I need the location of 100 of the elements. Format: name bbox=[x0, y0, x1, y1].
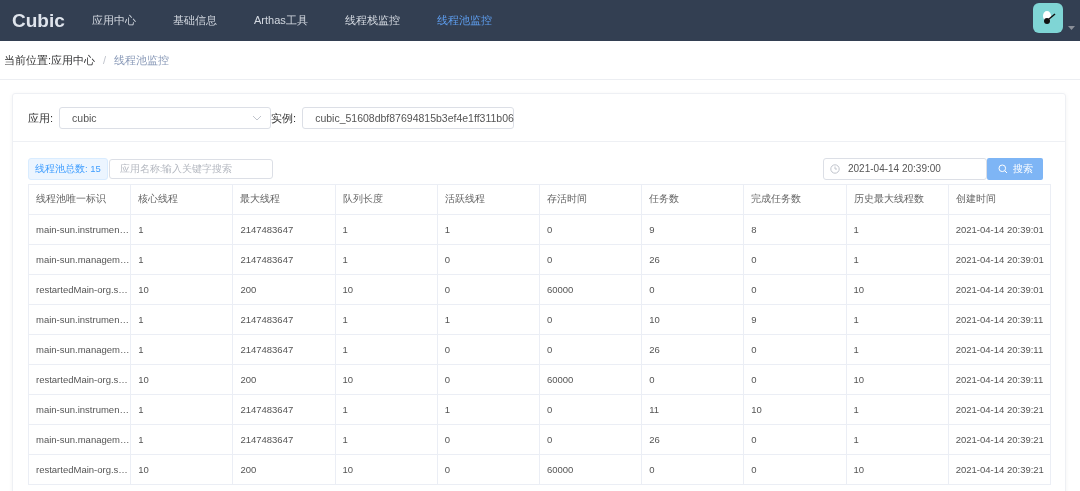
table-cell: 2147483647 bbox=[232, 394, 336, 425]
search-icon bbox=[997, 163, 1008, 174]
table-cell: 200 bbox=[232, 274, 336, 305]
table-cell: 1 bbox=[846, 334, 949, 365]
column-header: 活跃线程 bbox=[437, 184, 540, 215]
table-cell: restartedMain-org.s… bbox=[28, 454, 131, 485]
table-cell: 26 bbox=[641, 424, 744, 455]
table-cell: 10 bbox=[641, 304, 744, 335]
table-cell: 1 bbox=[335, 244, 438, 275]
table-cell: 60000 bbox=[539, 454, 642, 485]
table-cell: 2147483647 bbox=[232, 304, 336, 335]
table-cell: 2021-04-14 20:39:21 bbox=[948, 424, 1051, 455]
table-cell: 0 bbox=[539, 214, 642, 245]
table-cell: 8 bbox=[743, 214, 846, 245]
table-cell: 60000 bbox=[539, 274, 642, 305]
table-cell: 1 bbox=[130, 304, 233, 335]
table-cell: 0 bbox=[743, 364, 846, 395]
app-select[interactable]: cubic bbox=[59, 107, 272, 129]
table-cell: 1 bbox=[437, 304, 540, 335]
datetime-field[interactable]: 2021-04-14 20:39:00 bbox=[823, 157, 987, 180]
table-cell: 1 bbox=[130, 424, 233, 455]
table-cell: 1 bbox=[846, 394, 949, 425]
table-cell: 2021-04-14 20:39:01 bbox=[948, 244, 1051, 275]
table-cell: 0 bbox=[437, 274, 540, 305]
table-cell: 0 bbox=[437, 334, 540, 365]
table-cell: 10 bbox=[846, 274, 949, 305]
table-cell: 0 bbox=[437, 364, 540, 395]
avatar-icon[interactable] bbox=[1033, 2, 1063, 33]
table-cell: 1 bbox=[130, 214, 233, 245]
table-cell: 0 bbox=[437, 424, 540, 455]
table-cell: 2021-04-14 20:39:01 bbox=[948, 214, 1051, 245]
table-cell: 11 bbox=[641, 394, 744, 425]
table-cell: 9 bbox=[743, 304, 846, 335]
nav-tab[interactable]: 基础信息 bbox=[173, 13, 217, 28]
column-header: 核心线程 bbox=[130, 184, 233, 215]
total-count-tag: 线程池总数: 15 bbox=[28, 157, 108, 180]
table-cell: 1 bbox=[130, 334, 233, 365]
caret-icon[interactable] bbox=[1068, 25, 1075, 30]
table-cell: 1 bbox=[437, 394, 540, 425]
table-cell: 10 bbox=[335, 454, 438, 485]
table-cell: main-sun.instrumen… bbox=[28, 214, 131, 245]
table-cell: 9 bbox=[641, 214, 744, 245]
nav-tab[interactable]: 线程栈监控 bbox=[344, 13, 400, 28]
table-cell: 10 bbox=[130, 274, 233, 305]
table-cell: 1 bbox=[335, 304, 438, 335]
table-cell: 1 bbox=[335, 424, 438, 455]
table-cell: 1 bbox=[437, 214, 540, 245]
table-cell: 0 bbox=[437, 244, 540, 275]
field-label: 应用: bbox=[28, 110, 54, 126]
table-cell: 10 bbox=[846, 364, 949, 395]
table-cell: 2147483647 bbox=[232, 334, 336, 365]
table-cell: 0 bbox=[437, 454, 540, 485]
table-cell: 2021-04-14 20:39:11 bbox=[948, 364, 1051, 395]
table-cell: 1 bbox=[130, 394, 233, 425]
table-cell: main-sun.managem… bbox=[28, 334, 131, 365]
clock-icon bbox=[830, 163, 840, 174]
nav-tab[interactable]: 线程池监控 bbox=[436, 13, 492, 28]
table-cell: 1 bbox=[846, 214, 949, 245]
table-cell: main-sun.instrumen… bbox=[28, 394, 131, 425]
chevron-icon bbox=[252, 115, 263, 121]
table-cell: 0 bbox=[539, 334, 642, 365]
table-cell: 200 bbox=[232, 454, 336, 485]
column-header: 任务数 bbox=[641, 184, 744, 215]
table-cell: 60000 bbox=[539, 364, 642, 395]
breadcrumb-label: 当前位置: bbox=[4, 52, 52, 68]
table-cell: 1 bbox=[846, 424, 949, 455]
table-cell: 10 bbox=[846, 454, 949, 485]
table-cell: 2021-04-14 20:39:21 bbox=[948, 454, 1051, 485]
column-header: 存活时间 bbox=[539, 184, 642, 215]
table-cell: 10 bbox=[335, 274, 438, 305]
table-cell: 2147483647 bbox=[232, 244, 336, 275]
search-field[interactable]: 应用名称:输入关键字搜索 bbox=[108, 158, 273, 179]
table-cell: 0 bbox=[539, 424, 642, 455]
table-cell: restartedMain-org.s… bbox=[28, 364, 131, 395]
nav-tab[interactable]: 应用中心 bbox=[92, 13, 136, 28]
table-cell: 2021-04-14 20:39:01 bbox=[948, 274, 1051, 305]
column-header: 历史最大线程数 bbox=[846, 184, 949, 215]
nav-tab[interactable]: Arthas工具 bbox=[254, 13, 308, 28]
table-cell: 1 bbox=[335, 394, 438, 425]
table-cell: 1 bbox=[846, 304, 949, 335]
column-header: 创建时间 bbox=[948, 184, 1051, 215]
table-cell: 0 bbox=[743, 454, 846, 485]
instance-select[interactable]: cubic_51608dbf87694815b3ef4e1ff311b06 bbox=[302, 107, 515, 129]
table-cell: 10 bbox=[335, 364, 438, 395]
table-cell: 2021-04-14 20:39:11 bbox=[948, 304, 1051, 335]
table-cell: 10 bbox=[130, 454, 233, 485]
app-logo: Cubic bbox=[12, 9, 66, 32]
table-cell: 2147483647 bbox=[232, 214, 336, 245]
table-cell: 26 bbox=[641, 334, 744, 365]
table-cell: 10 bbox=[743, 394, 846, 425]
table-cell: 1 bbox=[130, 244, 233, 275]
table-cell: 2021-04-14 20:39:21 bbox=[948, 394, 1051, 425]
table-cell: main-sun.instrumen… bbox=[28, 304, 131, 335]
field-label: 实例: bbox=[271, 110, 297, 126]
table-cell: main-sun.managem… bbox=[28, 424, 131, 455]
table-cell: 1 bbox=[335, 334, 438, 365]
table-cell: main-sun.managem… bbox=[28, 244, 131, 275]
breadcrumb-link[interactable]: 应用中心 bbox=[51, 52, 96, 68]
column-header: 队列长度 bbox=[335, 184, 438, 215]
table-cell: 0 bbox=[641, 274, 744, 305]
